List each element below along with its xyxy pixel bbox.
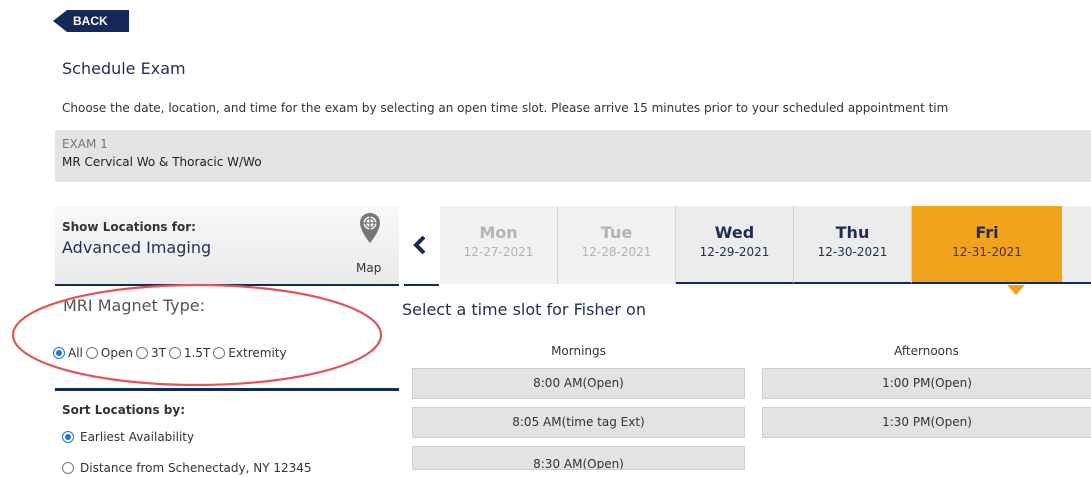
day-fri[interactable]: Fri 12-31-2021 (912, 206, 1062, 284)
location-heading: Show Locations for: (62, 220, 196, 234)
radio-3t[interactable] (135, 347, 148, 359)
sort-option-distance[interactable]: Distance from Schenectady, NY 12345 (62, 461, 312, 475)
radio-label: Distance from Schenectady, NY 12345 (80, 461, 312, 475)
radio-label: Extremity (228, 346, 287, 360)
day-date: 12-27-2021 (463, 245, 534, 259)
radio-label: 3T (150, 346, 166, 360)
back-button[interactable]: BACK (53, 10, 129, 32)
time-slot-button[interactable]: 8:00 AM(Open) (412, 368, 745, 399)
time-slot-button[interactable]: 8:30 AM(Open) (412, 446, 745, 470)
day-next-partial[interactable] (1062, 206, 1091, 284)
time-slot-button[interactable]: 1:00 PM(Open) (762, 368, 1091, 399)
radio-open[interactable] (85, 347, 98, 359)
radio-label: 1.5T (183, 346, 211, 360)
mri-magnet-type-options: All Open 3T 1.5T Extremity (53, 346, 290, 360)
instructions-text: Choose the date, location, and time for … (62, 101, 949, 115)
radio-label: Earliest Availability (80, 430, 195, 444)
exam-label: EXAM 1 (62, 137, 108, 151)
day-date: 12-30-2021 (817, 245, 888, 259)
radio-1-5t[interactable] (168, 347, 181, 359)
time-slot-title: Select a time slot for Fisher on (402, 300, 646, 319)
mri-magnet-type-label: MRI Magnet Type: (63, 296, 205, 315)
map-label: Map (356, 261, 382, 275)
day-mon[interactable]: Mon 12-27-2021 (440, 206, 558, 284)
chevron-left-icon (413, 235, 426, 255)
location-name: Advanced Imaging (62, 238, 212, 257)
radio-label: All (68, 346, 83, 360)
afternoons-heading: Afternoons (894, 344, 959, 358)
day-name: Thu (835, 223, 870, 242)
day-date: 12-31-2021 (952, 245, 1022, 259)
day-name: Tue (600, 223, 633, 242)
day-tue[interactable]: Tue 12-28-2021 (558, 206, 676, 284)
radio-label: Open (100, 346, 133, 360)
previous-week-button[interactable] (404, 206, 439, 286)
day-thu[interactable]: Thu 12-30-2021 (794, 206, 912, 284)
day-name: Wed (714, 223, 755, 242)
day-name: Fri (975, 223, 999, 242)
sort-locations-heading: Sort Locations by: (62, 403, 185, 417)
page-title: Schedule Exam (62, 59, 186, 78)
radio-extremity[interactable] (213, 347, 226, 359)
day-date: 12-28-2021 (581, 245, 652, 259)
sort-option-earliest[interactable]: Earliest Availability (62, 430, 194, 444)
exam-name: MR Cervical Wo & Thoracic W/Wo (62, 155, 262, 169)
map-pin-icon (360, 213, 380, 243)
day-date: 12-29-2021 (699, 245, 770, 259)
selected-day-pointer (1007, 285, 1025, 295)
divider (55, 388, 399, 391)
mornings-heading: Mornings (551, 344, 606, 358)
time-slot-button[interactable]: 8:05 AM(time tag Ext) (412, 407, 745, 438)
radio-earliest-availability[interactable] (62, 431, 74, 443)
day-name: Mon (479, 223, 518, 242)
day-wed[interactable]: Wed 12-29-2021 (676, 206, 794, 284)
radio-all[interactable] (53, 347, 65, 359)
time-slot-button[interactable]: 1:30 PM(Open) (762, 407, 1091, 438)
radio-distance[interactable] (62, 462, 74, 474)
